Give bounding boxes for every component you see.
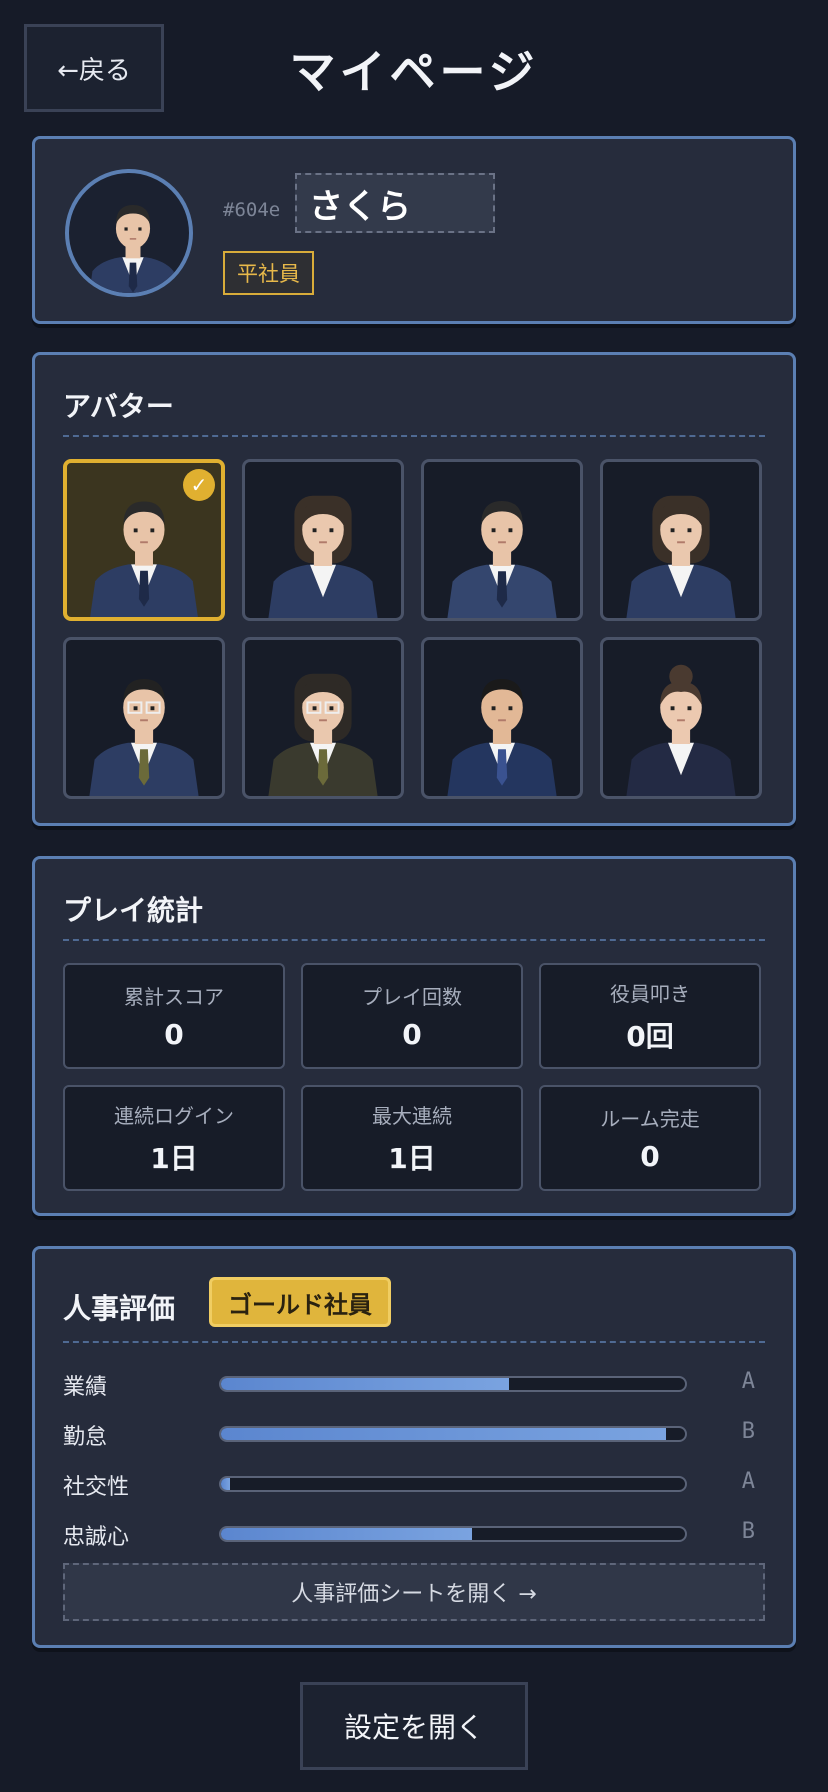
- grade-badge: ゴールド社員: [209, 1277, 391, 1327]
- stat-value: 1日: [150, 1141, 198, 1175]
- stat-label: 役員叩き: [610, 981, 690, 1006]
- page-title: マイページ: [289, 45, 539, 99]
- stat-label: 累計スコア: [124, 985, 224, 1009]
- stat-card: 累計スコア 0: [63, 963, 285, 1069]
- eval-label: 勤怠: [63, 1425, 108, 1450]
- stats-panel: プレイ統計 累計スコア 0 プレイ回数 0 役員叩き 0回 連続ログイン 1日 …: [32, 856, 796, 1216]
- evaluation-section-title: 人事評価: [63, 1292, 176, 1325]
- open-evaluation-sheet-button[interactable]: 人事評価シートを開く →: [63, 1563, 765, 1621]
- avatar-portrait-icon: [447, 679, 557, 796]
- eval-bar-fill: [221, 1528, 472, 1540]
- eval-bar: [219, 1376, 687, 1392]
- stat-value: 0回: [626, 1019, 674, 1053]
- user-id: #604e: [223, 199, 281, 221]
- avatar-panel: アバター ✓: [32, 352, 796, 826]
- avatar-section-title: アバター: [63, 390, 174, 423]
- stat-card: ルーム完走 0: [539, 1085, 761, 1191]
- stat-label: 連続ログイン: [114, 1103, 234, 1128]
- avatar-option[interactable]: [63, 637, 225, 799]
- name-input[interactable]: さくら: [295, 173, 495, 233]
- stats-grid: 累計スコア 0 プレイ回数 0 役員叩き 0回 連続ログイン 1日 最大連続 1…: [63, 963, 761, 1191]
- avatar[interactable]: [65, 169, 193, 297]
- avatar-option[interactable]: [600, 459, 762, 621]
- eval-grade: B: [741, 1519, 755, 1544]
- eval-bar: [219, 1476, 687, 1492]
- stat-card: 役員叩き 0回: [539, 963, 761, 1069]
- rank-badge: 平社員: [223, 251, 314, 295]
- eval-label: 忠誠心: [63, 1525, 130, 1550]
- eval-bar: [219, 1526, 687, 1542]
- stat-card: プレイ回数 0: [301, 963, 523, 1069]
- eval-grade: A: [741, 1469, 755, 1494]
- eval-row: 忠誠心 B: [63, 1517, 765, 1550]
- eval-label: 社交性: [63, 1475, 130, 1500]
- avatar-portrait-icon: [268, 495, 378, 618]
- avatar-option[interactable]: [242, 637, 404, 799]
- divider: [63, 939, 765, 941]
- divider: [63, 1341, 765, 1343]
- divider: [63, 435, 765, 437]
- eval-row: 業績 A: [63, 1367, 765, 1400]
- stat-label: 最大連続: [372, 1103, 452, 1128]
- evaluation-panel: 人事評価 ゴールド社員 業績 A 勤怠 B 社交性 A 忠誠心 B 人事評価シー…: [32, 1246, 796, 1648]
- eval-label: 業績: [63, 1375, 108, 1400]
- avatar-portrait-icon: [89, 679, 199, 796]
- open-settings-button[interactable]: 設定を開く: [300, 1682, 528, 1770]
- stat-label: プレイ回数: [362, 985, 462, 1009]
- stat-card: 最大連続 1日: [301, 1085, 523, 1191]
- avatar-portrait-icon: [626, 495, 736, 618]
- avatar-portrait-icon: [447, 501, 557, 618]
- eval-grade: A: [741, 1369, 755, 1394]
- avatar-portrait-icon: [626, 664, 736, 796]
- avatar-option[interactable]: [421, 637, 583, 799]
- avatar-option[interactable]: [242, 459, 404, 621]
- avatar-option[interactable]: [421, 459, 583, 621]
- eval-bar-fill: [221, 1378, 509, 1390]
- stat-label: ルーム完走: [600, 1107, 700, 1131]
- avatar-grid: ✓: [63, 459, 762, 799]
- selected-check-icon: ✓: [183, 469, 215, 501]
- eval-bar-fill: [221, 1428, 667, 1440]
- avatar-portrait-icon: [268, 673, 378, 796]
- stat-value: 0: [640, 1140, 660, 1173]
- profile-panel: #604e さくら 平社員: [32, 136, 796, 324]
- avatar-option[interactable]: ✓: [63, 459, 225, 621]
- stat-card: 連続ログイン 1日: [63, 1085, 285, 1191]
- eval-grade: B: [741, 1419, 755, 1444]
- stat-value: 0: [402, 1018, 422, 1051]
- stat-value: 0: [164, 1018, 184, 1051]
- stat-value: 1日: [388, 1141, 436, 1175]
- stats-section-title: プレイ統計: [63, 894, 204, 927]
- eval-row: 社交性 A: [63, 1467, 765, 1500]
- avatar-option[interactable]: [600, 637, 762, 799]
- eval-bar: [219, 1426, 687, 1442]
- eval-bar-fill: [221, 1478, 231, 1490]
- eval-row: 勤怠 B: [63, 1417, 765, 1450]
